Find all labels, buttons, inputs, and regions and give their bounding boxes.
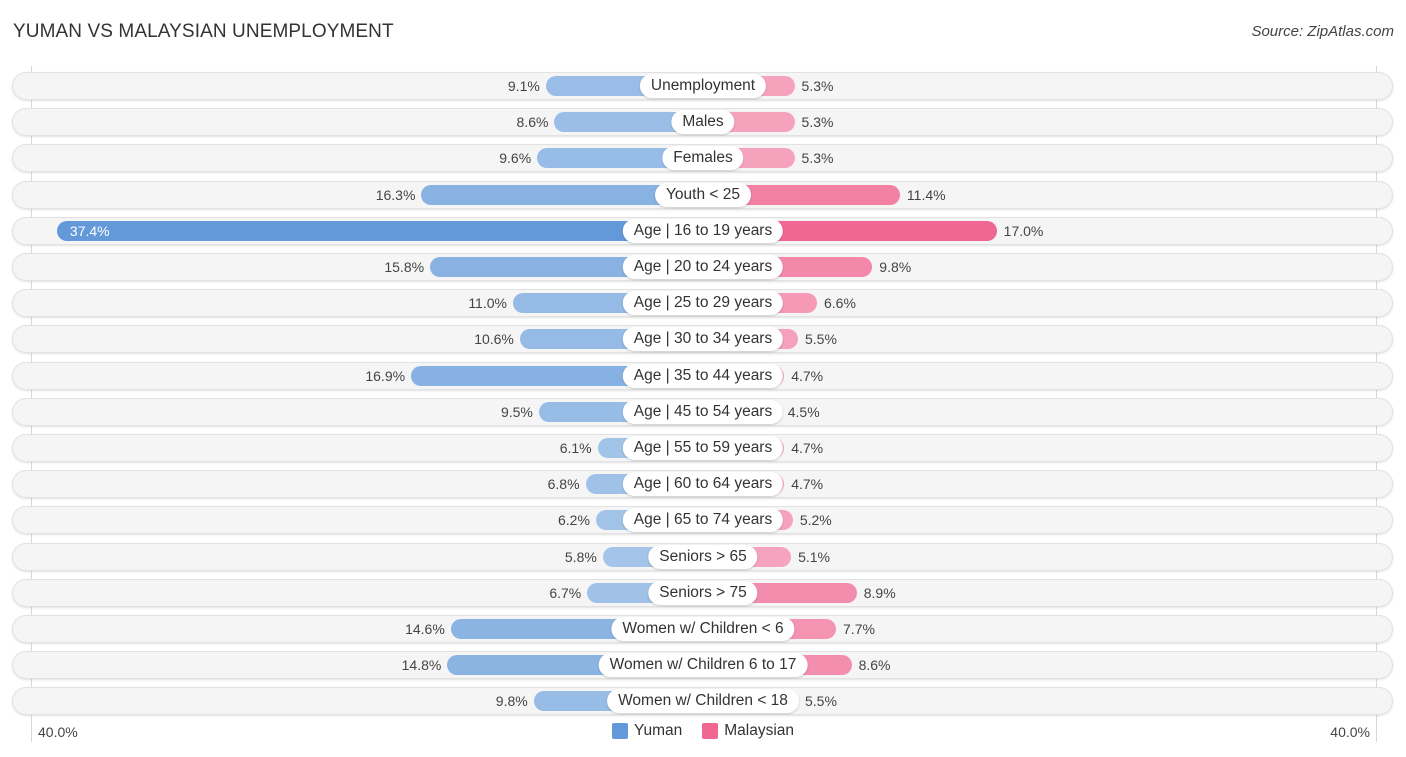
value-label-malaysian: 5.5%: [805, 693, 837, 710]
value-label-malaysian: 11.4%: [906, 186, 946, 203]
category-label: Age | 60 to 64 years: [622, 472, 784, 497]
value-label-yuman: 16.9%: [365, 367, 406, 384]
value-label-malaysian: 5.5%: [805, 331, 837, 348]
category-label: Age | 65 to 74 years: [622, 508, 784, 533]
value-label-yuman: 8.6%: [516, 114, 549, 131]
value-label-malaysian: 8.9%: [863, 584, 896, 601]
value-label-yuman: 9.5%: [500, 403, 533, 420]
category-label: Age | 55 to 59 years: [622, 436, 784, 460]
diverging-bar-chart: 9.1% 5.3% Unemployment 8.6% 5.3% Males 9.6% 5.3…: [0, 0, 1406, 757]
value-label-yuman: 14.8%: [401, 657, 442, 674]
category-label: Women w/ Children 6 to 17: [598, 653, 808, 678]
category-label: Age | 20 to 24 years: [622, 255, 784, 279]
value-label-malaysian: 17.0%: [1003, 222, 1044, 239]
legend-item-yuman[interactable]: Yuman: [611, 722, 683, 740]
value-label-yuman: 11.0%: [468, 295, 507, 312]
value-label-yuman: 9.6%: [499, 150, 532, 167]
value-label-malaysian: 4.7%: [791, 440, 824, 456]
value-label-malaysian: 4.7%: [791, 476, 824, 493]
value-label-malaysian: 7.7%: [843, 621, 875, 637]
value-label-yuman: 5.8%: [564, 548, 597, 565]
value-label-yuman: 6.1%: [559, 440, 592, 456]
value-label-malaysian: 5.3%: [801, 114, 834, 131]
category-label: Unemployment: [639, 74, 767, 98]
value-label-malaysian: 5.1%: [798, 548, 831, 565]
value-label-malaysian: 5.2%: [799, 512, 832, 529]
category-label: Women w/ Children < 6: [611, 617, 795, 641]
legend-label-yuman: Yuman: [633, 722, 683, 739]
legend-swatch-malaysian: [702, 723, 719, 739]
bar-yuman[interactable]: [56, 220, 703, 241]
value-label-malaysian: 5.3%: [801, 150, 834, 167]
category-label: Males: [671, 110, 735, 135]
category-label: Age | 16 to 19 years: [622, 218, 784, 243]
value-label-yuman: 16.3%: [375, 186, 416, 203]
value-label-yuman: 9.8%: [495, 693, 528, 710]
value-label-malaysian: 6.6%: [824, 295, 856, 312]
value-label-malaysian: 9.8%: [879, 259, 912, 275]
legend-item-malaysian[interactable]: Malaysian: [702, 722, 794, 740]
value-label-malaysian: 4.7%: [791, 367, 824, 384]
value-label-yuman: 37.4%: [69, 222, 110, 239]
category-label: Age | 30 to 34 years: [622, 327, 784, 352]
legend-swatch-yuman: [611, 723, 628, 739]
category-label: Women w/ Children < 18: [607, 689, 799, 714]
value-label-yuman: 9.1%: [507, 78, 540, 94]
category-label: Seniors > 65: [648, 544, 758, 569]
category-label: Females: [662, 146, 744, 171]
legend: Yuman Malaysian: [0, 722, 1406, 740]
value-label-malaysian: 4.5%: [787, 403, 820, 420]
value-label-malaysian: 8.6%: [858, 657, 891, 674]
legend-label-malaysian: Malaysian: [724, 722, 795, 739]
value-label-yuman: 14.6%: [405, 621, 445, 637]
category-label: Seniors > 75: [648, 580, 758, 605]
category-label: Age | 25 to 29 years: [622, 291, 784, 316]
value-label-yuman: 6.7%: [549, 584, 582, 601]
category-label: Age | 45 to 54 years: [622, 399, 784, 424]
category-label: Youth < 25: [655, 182, 751, 207]
value-label-malaysian: 5.3%: [801, 78, 834, 94]
value-label-yuman: 15.8%: [384, 259, 425, 275]
value-label-yuman: 6.2%: [557, 512, 590, 529]
value-label-yuman: 10.6%: [474, 331, 514, 348]
value-label-yuman: 6.8%: [547, 476, 580, 493]
category-label: Age | 35 to 44 years: [622, 363, 784, 388]
